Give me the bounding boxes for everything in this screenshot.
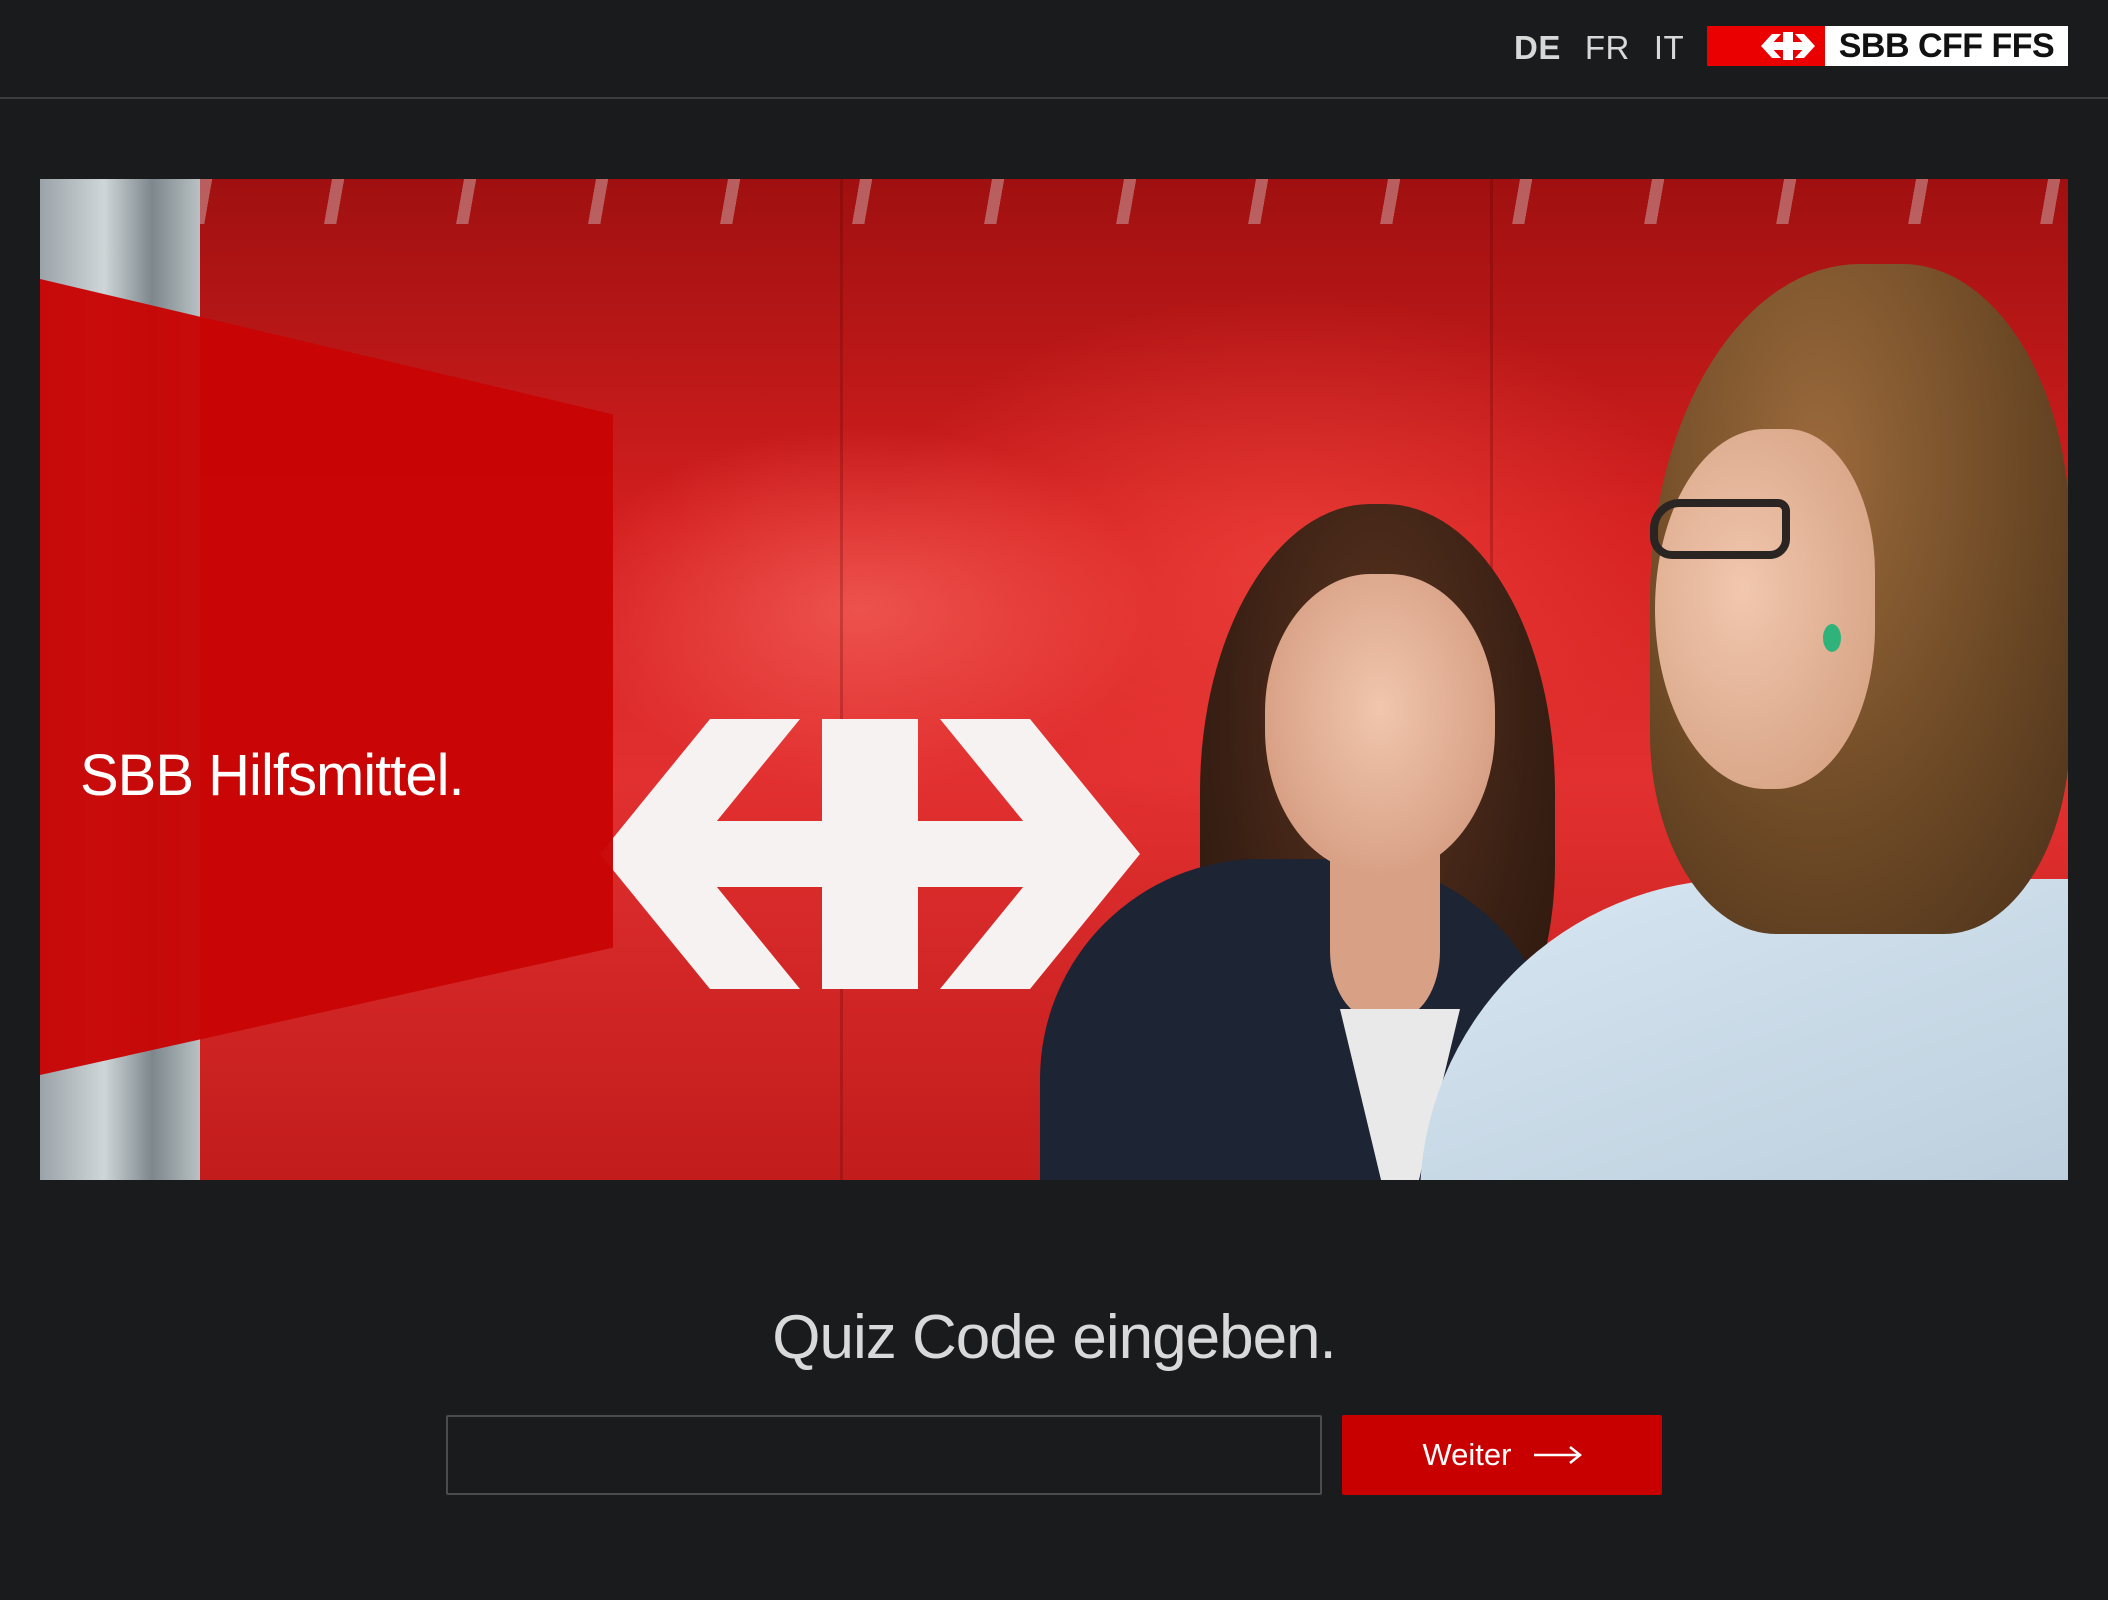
next-button-label: Weiter (1422, 1437, 1512, 1472)
sbb-logo[interactable]: SBB CFF FFS (1707, 26, 2068, 66)
quiz-code-heading: Quiz Code eingeben. (772, 1303, 1337, 1372)
hero-ceiling-lamellae (200, 179, 2068, 224)
arrow-right-icon (1533, 1446, 1582, 1464)
language-switch: DE FR IT (1514, 28, 1684, 68)
person-right-face (1655, 429, 1875, 789)
sbb-arrows-icon (1761, 32, 1815, 60)
lang-option-it[interactable]: IT (1654, 28, 1684, 68)
next-button[interactable]: Weiter (1342, 1415, 1662, 1495)
lang-option-de[interactable]: DE (1514, 28, 1561, 68)
quiz-code-input[interactable] (446, 1415, 1322, 1495)
sbb-logo-wordmark: SBB CFF FFS (1825, 26, 2068, 66)
hero-title: SBB Hilfsmittel. (80, 743, 465, 808)
sbb-wall-logo-icon (600, 719, 1140, 989)
hero-title-panel: SBB Hilfsmittel. (40, 279, 613, 1075)
sbb-logo-flag (1707, 26, 1825, 66)
hero-banner: SBB Hilfsmittel. (40, 179, 2068, 1180)
lang-option-fr[interactable]: FR (1585, 28, 1630, 68)
person-left-face (1265, 574, 1495, 874)
person-left-neck (1330, 849, 1440, 1019)
glasses-icon (1650, 499, 1790, 559)
top-bar: DE FR IT SBB CFF FFS (0, 0, 2108, 99)
person-right-earring (1823, 624, 1841, 652)
wall-seam (840, 179, 843, 1180)
